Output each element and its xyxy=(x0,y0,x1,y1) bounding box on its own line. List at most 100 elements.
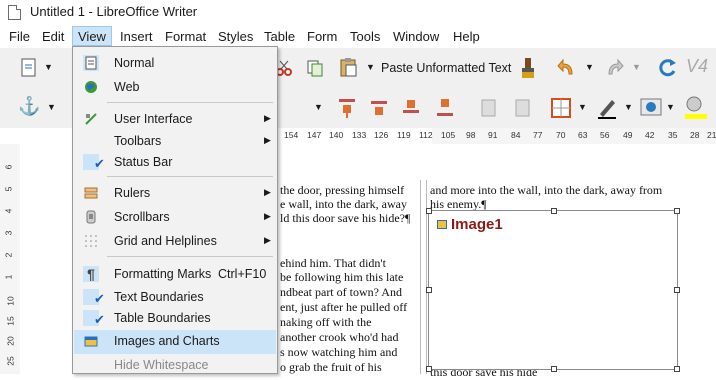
ruler-tick: 20 xyxy=(5,336,16,346)
menu-item-label: Text Boundaries xyxy=(114,290,204,304)
text-line[interactable]: naking off with the xyxy=(280,315,371,330)
text-line[interactable]: and more into the wall, into the dark, a… xyxy=(430,183,662,198)
bring-to-front-icon[interactable] xyxy=(336,97,358,119)
resize-handle[interactable] xyxy=(426,208,432,214)
wrap-image-dropdown-arrow-icon[interactable]: ▼ xyxy=(666,102,675,112)
formatting-marks-icon: ¶ xyxy=(83,266,99,282)
ruler-tick: 140 xyxy=(329,130,344,140)
new-document-icon[interactable] xyxy=(18,57,40,79)
resize-handle[interactable] xyxy=(426,287,432,293)
wrap-dropdown-arrow-icon[interactable]: ▼ xyxy=(314,102,323,112)
resize-handle[interactable] xyxy=(674,208,680,214)
ruler-tick: 21 xyxy=(707,130,716,140)
menu-tools[interactable]: Tools xyxy=(350,29,380,44)
view-menu-hide-whitespace: Hide Whitespace xyxy=(74,354,276,376)
ruler-tick: 133 xyxy=(352,130,367,140)
copy-icon[interactable] xyxy=(305,58,325,78)
resize-handle[interactable] xyxy=(674,287,680,293)
text-line[interactable]: the door, pressing himself xyxy=(280,183,404,198)
menu-item-label: Normal xyxy=(114,56,155,70)
new-dropdown-arrow-icon[interactable]: ▼ xyxy=(44,62,53,72)
menu-format[interactable]: Format xyxy=(165,29,206,44)
resize-handle[interactable] xyxy=(426,366,432,372)
text-line[interactable]: o grab the fruit of his xyxy=(280,360,382,375)
paste-unformatted-text-button[interactable]: Paste Unformatted Text xyxy=(381,61,511,75)
window-title: Untitled 1 - LibreOffice Writer xyxy=(30,4,198,19)
menu-view[interactable]: View xyxy=(72,26,112,46)
view-menu-grid-helplines[interactable]: Grid and Helplines ▶ xyxy=(74,230,276,252)
menu-item-label: Toolbars xyxy=(114,134,162,148)
clone-formatting-icon[interactable] xyxy=(517,56,539,80)
menu-insert[interactable]: Insert xyxy=(120,29,153,44)
menu-file[interactable]: File xyxy=(9,29,30,44)
text-line[interactable]: ehind him. That didn't xyxy=(280,256,386,271)
vertical-ruler[interactable]: 6 5 4 3 2 1 10 15 20 25 xyxy=(0,144,21,374)
send-to-back-icon[interactable] xyxy=(434,97,456,119)
menu-item-label: Formatting Marks xyxy=(114,267,212,281)
menu-item-shortcut: Ctrl+F10 xyxy=(218,267,267,281)
text-line[interactable]: ent, just after he pulled off xyxy=(280,300,407,315)
area-style-icon[interactable] xyxy=(683,94,709,120)
menu-separator xyxy=(107,102,273,103)
redo-dropdown-arrow-icon[interactable]: ▼ xyxy=(632,62,641,72)
ruler-tick: 126 xyxy=(374,130,389,140)
border-style-dropdown-arrow-icon[interactable]: ▼ xyxy=(624,102,633,112)
resize-handle[interactable] xyxy=(551,366,557,372)
text-line[interactable]: be following him this late xyxy=(280,270,403,285)
menu-table[interactable]: Table xyxy=(264,29,295,44)
view-menu-toolbars[interactable]: Toolbars ▶ xyxy=(74,130,276,152)
border-style-icon[interactable] xyxy=(596,96,618,120)
to-background-icon[interactable] xyxy=(512,97,534,119)
view-menu-dropdown: Normal Web User Interface ▶ Toolbars ▶ ✔… xyxy=(72,46,278,374)
undo-dropdown-arrow-icon[interactable]: ▼ xyxy=(585,62,594,72)
text-line[interactable]: e wall, into the dark, away xyxy=(280,197,407,212)
menu-item-label: Table Boundaries xyxy=(114,311,211,325)
ruler-tick: 84 xyxy=(511,130,521,140)
view-menu-web[interactable]: Web xyxy=(74,76,276,98)
menu-form[interactable]: Form xyxy=(307,29,337,44)
menu-styles[interactable]: Styles xyxy=(218,29,253,44)
menu-help[interactable]: Help xyxy=(453,29,480,44)
submenu-arrow-icon: ▶ xyxy=(264,235,271,245)
text-line[interactable]: ndbeat part of town? And xyxy=(280,285,402,300)
borders-icon[interactable] xyxy=(549,96,573,120)
forward-one-icon[interactable] xyxy=(368,97,390,119)
paste-dropdown-arrow-icon[interactable]: ▼ xyxy=(366,62,375,72)
ruler-tick: 91 xyxy=(488,130,498,140)
find-replace-icon[interactable] xyxy=(658,57,678,79)
image-frame[interactable]: Image1 xyxy=(426,208,680,372)
horizontal-ruler[interactable]: 154 147 140 133 126 119 112 105 98 91 84… xyxy=(280,128,716,144)
view-menu-user-interface[interactable]: User Interface ▶ xyxy=(74,108,276,130)
redo-icon[interactable] xyxy=(603,58,625,78)
text-line[interactable]: s now watching him and xyxy=(280,345,397,360)
wrap-image-icon[interactable] xyxy=(639,96,663,120)
to-foreground-icon[interactable] xyxy=(478,97,500,119)
menu-bar: File Edit View Insert Format Styles Tabl… xyxy=(0,26,716,48)
view-menu-normal[interactable]: Normal xyxy=(74,52,276,74)
borders-dropdown-arrow-icon[interactable]: ▼ xyxy=(578,102,587,112)
view-menu-table-boundaries[interactable]: ✔ Table Boundaries xyxy=(74,307,276,329)
menu-window[interactable]: Window xyxy=(393,29,439,44)
ruler-tick: 3 xyxy=(3,230,14,236)
back-one-icon[interactable] xyxy=(400,97,422,119)
view-menu-formatting-marks[interactable]: ¶ Formatting Marks Ctrl+F10 xyxy=(74,263,276,285)
ruler-tick: 4 xyxy=(3,208,14,214)
anchor-dropdown-arrow-icon[interactable]: ▼ xyxy=(47,102,56,112)
view-menu-status-bar[interactable]: ✔ Status Bar xyxy=(74,151,276,173)
undo-icon[interactable] xyxy=(556,58,578,78)
menu-item-label: Grid and Helplines xyxy=(114,234,217,248)
menu-edit[interactable]: Edit xyxy=(42,29,64,44)
text-line[interactable]: ld this door save his hide?¶ xyxy=(280,211,410,226)
text-line[interactable]: another crook who'd had xyxy=(280,330,398,345)
view-menu-text-boundaries[interactable]: ✔ Text Boundaries xyxy=(74,286,276,308)
view-menu-scrollbars[interactable]: Scrollbars ▶ xyxy=(74,206,276,228)
ruler-tick: 77 xyxy=(533,130,543,140)
anchor-icon[interactable]: ⚓ xyxy=(18,96,40,117)
paste-icon[interactable] xyxy=(338,56,360,78)
ruler-tick: 42 xyxy=(645,130,655,140)
formula-icon[interactable]: V4 xyxy=(686,56,708,77)
resize-handle[interactable] xyxy=(674,366,680,372)
view-menu-rulers[interactable]: Rulers ▶ xyxy=(74,182,276,204)
resize-handle[interactable] xyxy=(551,208,557,214)
view-menu-images-charts[interactable]: Images and Charts xyxy=(74,330,276,354)
